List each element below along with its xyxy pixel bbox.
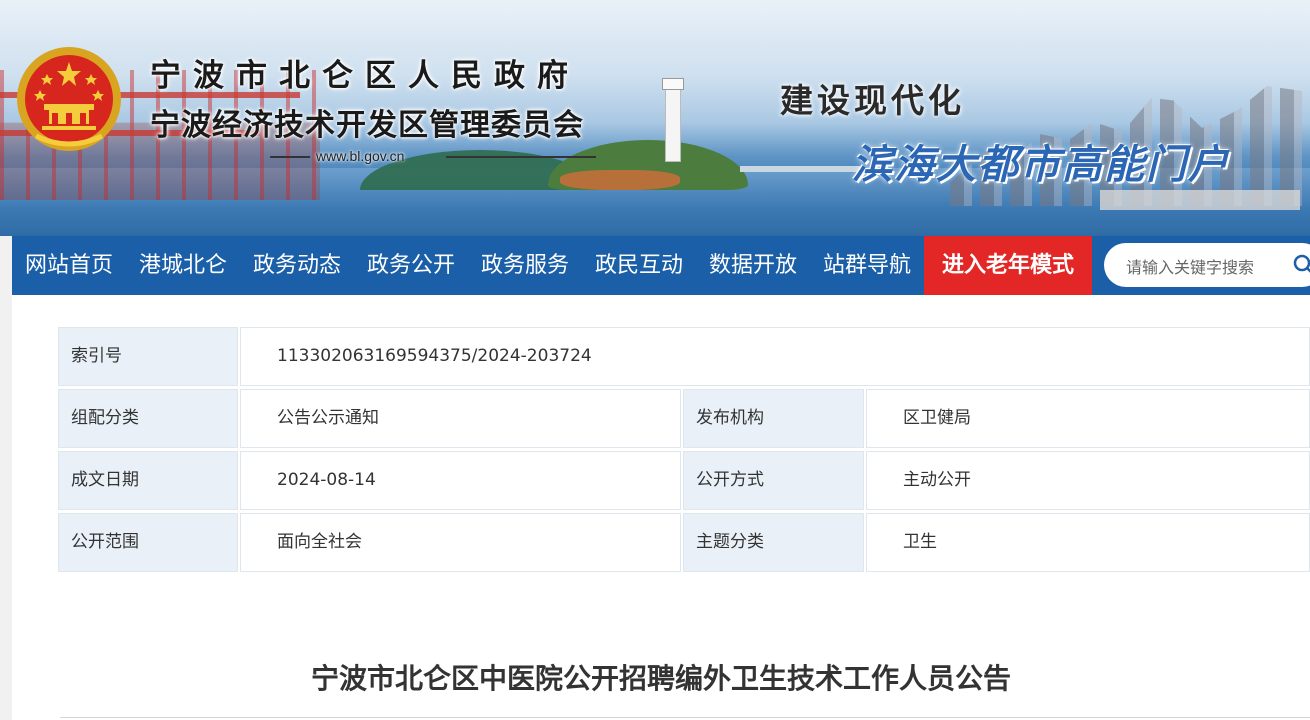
topic-value: 卫生 [866,513,1310,572]
nav-item-site-navigation[interactable]: 站群导航 [810,236,924,295]
disclosure-method-value: 主动公开 [866,451,1310,510]
title-divider [60,717,1310,718]
publisher-value: 区卫健局 [866,389,1310,448]
nav-item-gov-news[interactable]: 政务动态 [240,236,354,295]
search-icon[interactable] [1292,253,1310,277]
banner-lighthouse [665,80,681,162]
slogan-line1: 建设现代化 [780,81,965,120]
banner-lighthouse-top [662,78,684,90]
main-content: 索引号 113302063169594375/2024-203724 组配分类 … [12,295,1310,720]
banner-dock [1100,190,1300,210]
main-nav: 网站首页 港城北仑 政务动态 政务公开 政务服务 政民互动 数据开放 站群导航 … [12,236,1310,295]
scope-label: 公开范围 [58,513,238,572]
nav-item-interaction[interactable]: 政民互动 [582,236,696,295]
site-url: www.bl.gov.cn [316,148,405,164]
nav-item-gov-disclosure[interactable]: 政务公开 [354,236,468,295]
nav-item-open-data[interactable]: 数据开放 [696,236,810,295]
site-title-line1: 宁波市北仑区人民政府 [150,58,580,94]
national-emblem-icon [17,47,121,151]
search-box [1104,243,1310,287]
nav-item-port-city[interactable]: 港城北仑 [126,236,240,295]
category-label: 组配分类 [58,389,238,448]
banner-island-rock [560,170,680,190]
publisher-label: 发布机构 [683,389,864,448]
site-banner: 宁波市北仑区人民政府 宁波经济技术开发区管理委员会 www.bl.gov.cn … [0,0,1310,236]
scope-value: 面向全社会 [240,513,681,572]
disclosure-method-label: 公开方式 [683,451,864,510]
index-number-value: 113302063169594375/2024-203724 [240,327,1310,386]
index-number-label: 索引号 [58,327,238,386]
banner-bridge [740,166,860,172]
category-value: 公告公示通知 [240,389,681,448]
slogan-line2: 滨海大都市高能门户 [852,141,1230,188]
topic-label: 主题分类 [683,513,864,572]
date-value: 2024-08-14 [240,451,681,510]
date-label: 成文日期 [58,451,238,510]
article-title: 宁波市北仑区中医院公开招聘编外卫生技术工作人员公告 [310,662,1011,695]
nav-item-gov-services[interactable]: 政务服务 [468,236,582,295]
nav-item-home[interactable]: 网站首页 [12,236,126,295]
website-divider-left [270,156,310,158]
search-input[interactable] [1124,255,1278,279]
website-divider-right [446,156,596,158]
elder-mode-button[interactable]: 进入老年模式 [924,236,1092,295]
site-title-line2: 宁波经济技术开发区管理委员会 [150,108,584,143]
